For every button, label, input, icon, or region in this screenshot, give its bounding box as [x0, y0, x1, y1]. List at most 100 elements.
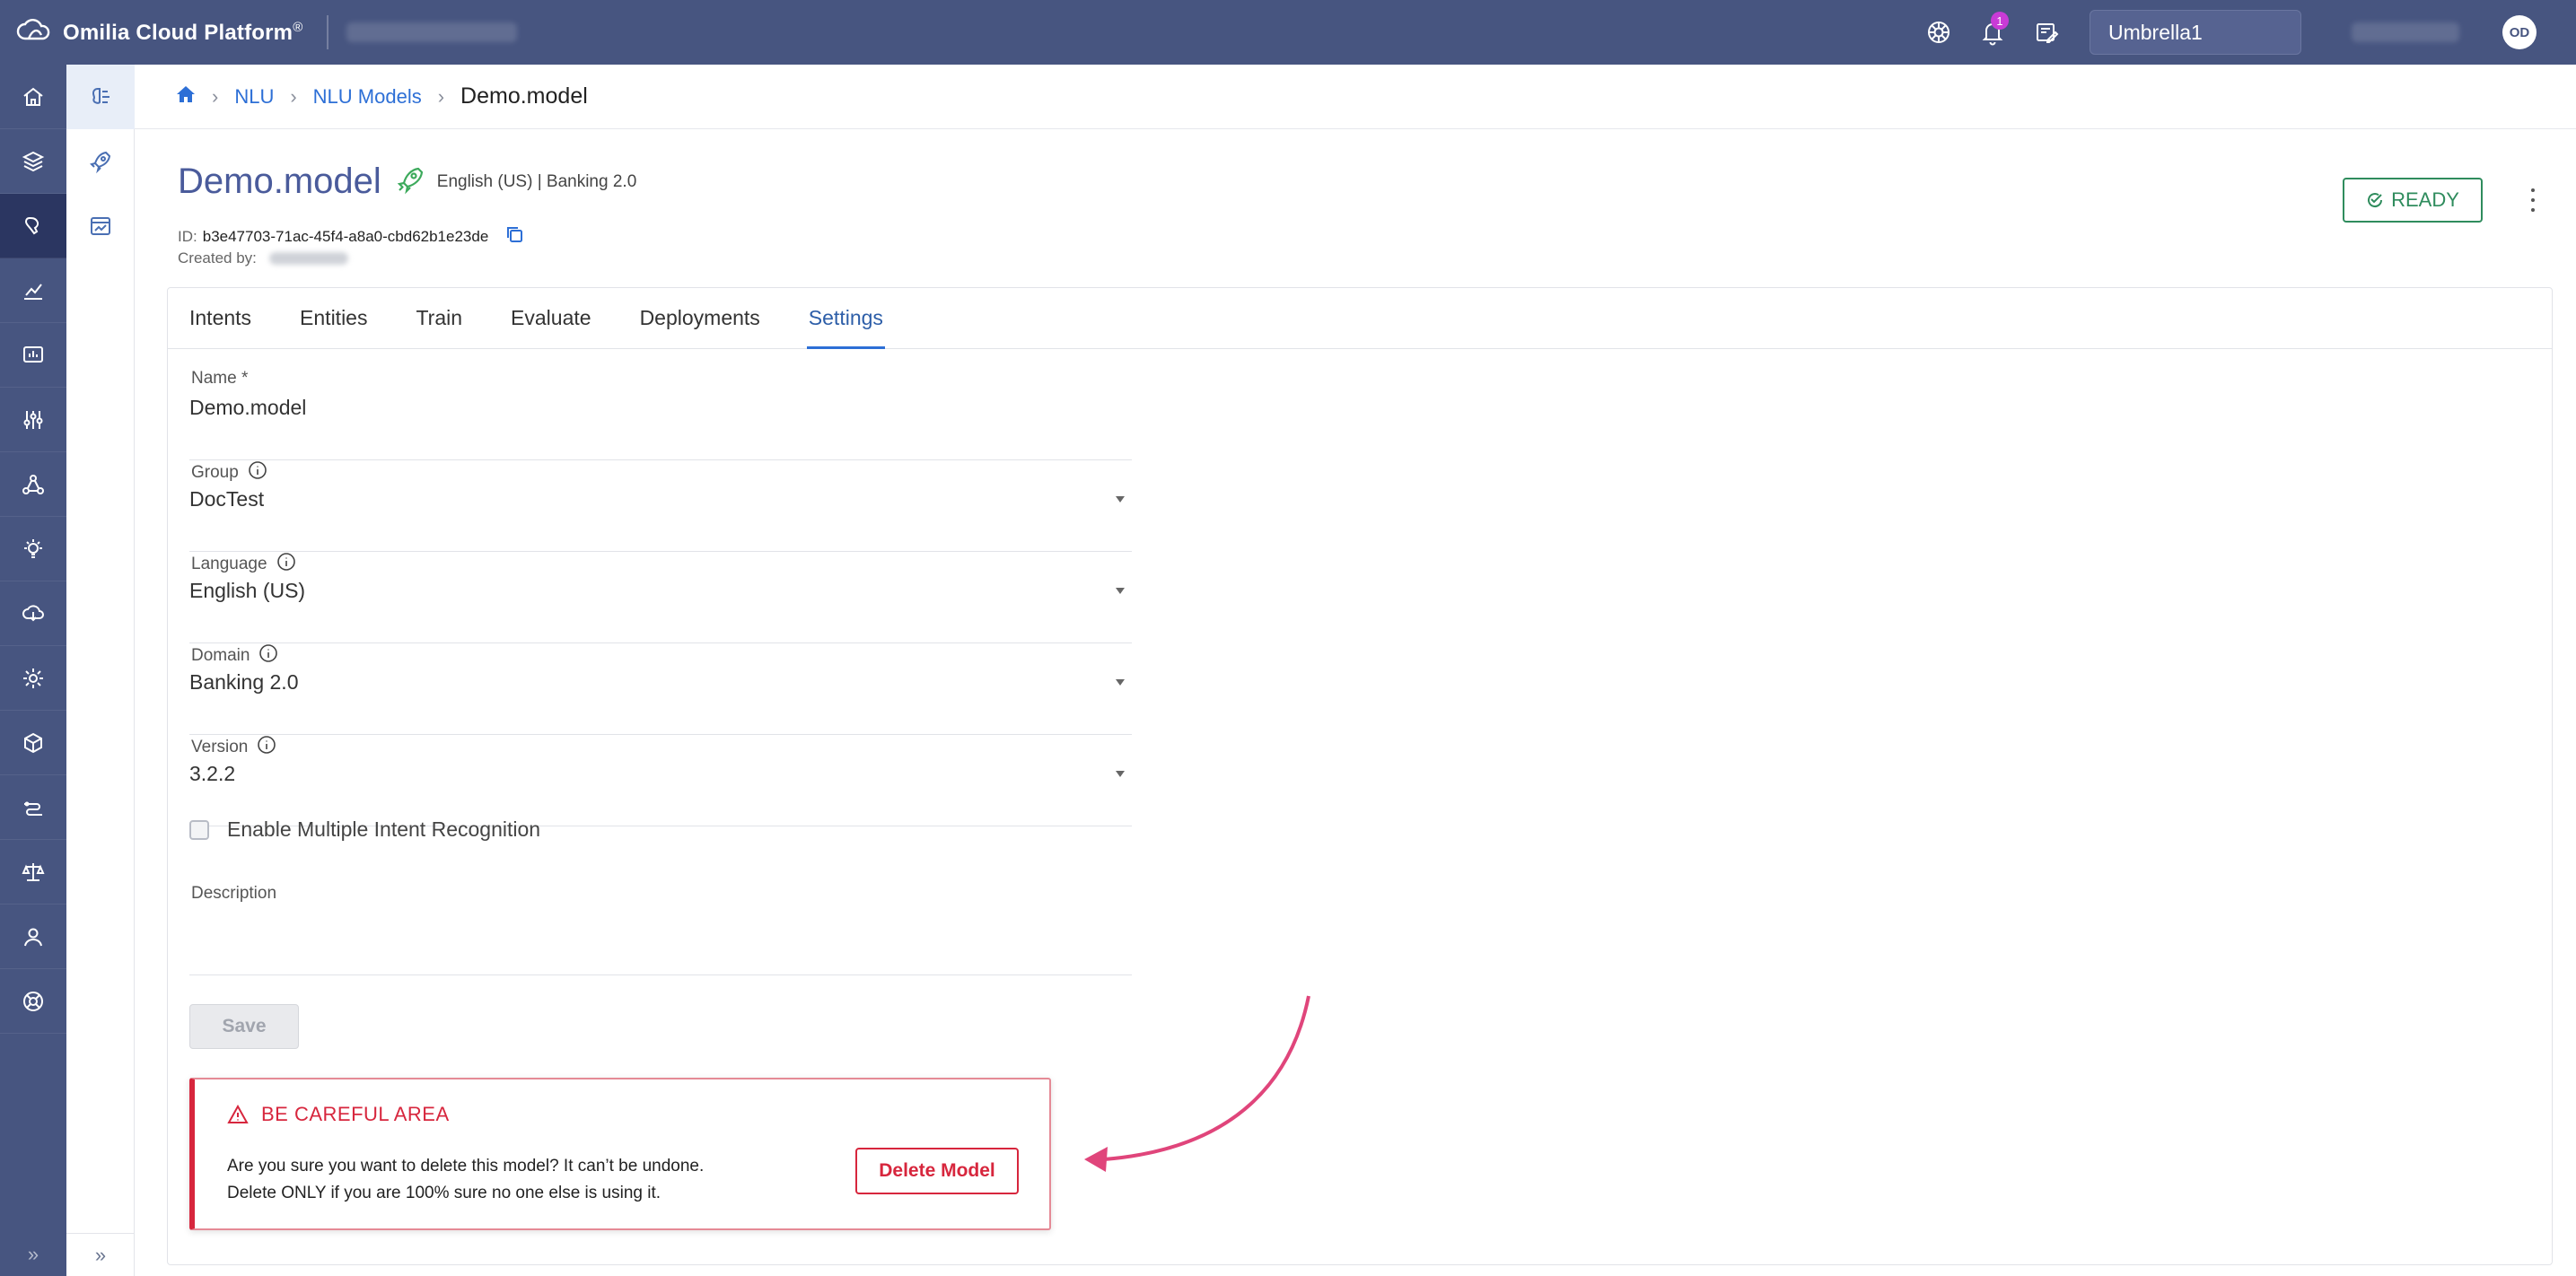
bulb-icon[interactable] — [0, 517, 66, 581]
version-select[interactable]: 3.2.2 — [189, 762, 235, 786]
breadcrumb: › NLU › NLU Models › Demo.model — [135, 65, 2576, 129]
deployments-icon[interactable] — [66, 129, 135, 194]
reports-icon[interactable] — [66, 194, 135, 258]
description-label: Description — [191, 884, 277, 903]
home-icon[interactable] — [176, 85, 196, 109]
created-by-label: Created by: — [178, 249, 257, 267]
tab-evaluate[interactable]: Evaluate — [511, 288, 591, 348]
logo[interactable]: Omilia Cloud Platform® — [16, 17, 303, 48]
info-icon[interactable] — [248, 460, 267, 485]
description-field[interactable]: Description — [189, 884, 1132, 975]
model-header: Demo.model English (US) | Banking 2.0 — [178, 162, 636, 202]
tab-entities[interactable]: Entities — [300, 288, 367, 348]
main-sidebar: » — [0, 65, 66, 1276]
danger-zone: BE CAREFUL AREA Are you sure you want to… — [189, 1078, 1051, 1230]
breadcrumb-nlu[interactable]: NLU — [234, 85, 274, 109]
tab-train[interactable]: Train — [416, 288, 462, 348]
version-label-text: Version — [191, 738, 249, 756]
group-select[interactable]: DocTest — [189, 487, 264, 511]
version-field[interactable]: Version 3.2.2 — [189, 735, 1132, 826]
more-options-icon[interactable] — [2524, 185, 2542, 215]
nlu-icon[interactable] — [0, 194, 66, 258]
settings-form: Name * Demo.model Group DocTest Language… — [189, 369, 1132, 826]
copy-icon[interactable] — [504, 224, 524, 249]
chevron-down-icon[interactable] — [1116, 771, 1125, 777]
notification-badge: 1 — [1991, 12, 2009, 30]
language-select[interactable]: English (US) — [189, 579, 305, 603]
avatar[interactable]: OD — [2502, 15, 2537, 49]
name-input[interactable]: Demo.model — [189, 396, 306, 420]
home-icon[interactable] — [0, 65, 66, 129]
tab-bar: Intents Entities Train Evaluate Deployme… — [168, 288, 2552, 349]
model-id-value: b3e47703-71ac-45f4-a8a0-cbd62b1e23de — [202, 227, 489, 245]
model-id-row: ID: b3e47703-71ac-45f4-a8a0-cbd62b1e23de — [178, 224, 524, 249]
redacted-creator — [268, 252, 348, 265]
domain-field[interactable]: Domain Banking 2.0 — [189, 643, 1132, 735]
multi-intent-label: Enable Multiple Intent Recognition — [227, 817, 541, 841]
language-label-text: Language — [191, 555, 267, 573]
top-bar: Omilia Cloud Platform® 1 Umbrella1 OD — [0, 0, 2576, 65]
chevron-right-icon: › — [212, 84, 219, 108]
delete-model-button[interactable]: Delete Model — [855, 1148, 1019, 1194]
dashboard-icon[interactable] — [0, 323, 66, 388]
models-icon[interactable] — [66, 65, 135, 129]
settings-icon[interactable] — [0, 646, 66, 711]
language-field[interactable]: Language English (US) — [189, 552, 1132, 643]
multi-intent-checkbox[interactable] — [189, 819, 209, 840]
chevron-down-icon[interactable] — [1116, 496, 1125, 503]
name-label: Name * — [191, 369, 249, 388]
group-field[interactable]: Group DocTest — [189, 460, 1132, 552]
release-notes-icon[interactable] — [2028, 14, 2064, 50]
redacted-text — [346, 22, 517, 42]
expand-sidebar-icon[interactable]: » — [0, 1233, 66, 1276]
multi-intent-row[interactable]: Enable Multiple Intent Recognition — [189, 817, 540, 842]
organization-select[interactable]: Umbrella1 — [2090, 10, 2301, 55]
redacted-user-name — [2352, 22, 2459, 42]
info-icon[interactable] — [257, 735, 276, 760]
user-icon[interactable] — [0, 905, 66, 969]
tab-intents[interactable]: Intents — [189, 288, 251, 348]
domain-select[interactable]: Banking 2.0 — [189, 670, 298, 695]
layers-icon[interactable] — [0, 129, 66, 194]
scale-icon[interactable] — [0, 840, 66, 905]
id-label: ID: — [178, 227, 197, 245]
group-label: Group — [191, 460, 267, 485]
help-icon[interactable] — [0, 969, 66, 1034]
name-field[interactable]: Name * Demo.model — [189, 369, 1132, 460]
model-meta: English (US) | Banking 2.0 — [436, 171, 637, 191]
chevron-down-icon[interactable] — [1116, 588, 1125, 594]
omilia-logo-icon — [16, 17, 52, 48]
expand-subnav-icon[interactable]: » — [66, 1233, 135, 1276]
status-label: READY — [2391, 188, 2459, 211]
save-button[interactable]: Save — [189, 1004, 299, 1049]
danger-zone-line-1: Are you sure you want to delete this mod… — [227, 1157, 705, 1175]
status-badge[interactable]: READY — [2343, 178, 2483, 223]
chevron-down-icon[interactable] — [1116, 679, 1125, 686]
cloud-icon[interactable] — [0, 581, 66, 646]
flow-icon[interactable] — [0, 452, 66, 517]
routing-icon[interactable] — [0, 775, 66, 840]
divider — [326, 15, 329, 49]
domain-label-text: Domain — [191, 646, 250, 665]
domain-label: Domain — [191, 643, 278, 669]
group-label-text: Group — [191, 463, 239, 482]
language-label: Language — [191, 552, 296, 577]
sliders-icon[interactable] — [0, 388, 66, 452]
chevron-right-icon: › — [290, 84, 297, 108]
analytics-icon[interactable] — [0, 258, 66, 323]
help-wheel-icon[interactable] — [1921, 14, 1957, 50]
warning-icon — [227, 1104, 249, 1123]
version-label: Version — [191, 735, 276, 760]
page-title: Demo.model — [178, 162, 381, 201]
tab-settings[interactable]: Settings — [806, 288, 886, 349]
package-icon[interactable] — [0, 711, 66, 775]
breadcrumb-nlu-models[interactable]: NLU Models — [313, 85, 422, 109]
chevron-right-icon: › — [437, 84, 445, 108]
info-icon[interactable] — [276, 552, 296, 577]
danger-zone-line-2: Delete ONLY if you are 100% sure no one … — [227, 1184, 662, 1202]
main-content: Demo.model English (US) | Banking 2.0 ID… — [135, 129, 2576, 1276]
tab-deployments[interactable]: Deployments — [640, 288, 760, 348]
info-icon[interactable] — [258, 643, 278, 669]
brand-name: Omilia Cloud Platform® — [63, 19, 303, 45]
notifications-icon[interactable]: 1 — [1975, 12, 2011, 50]
